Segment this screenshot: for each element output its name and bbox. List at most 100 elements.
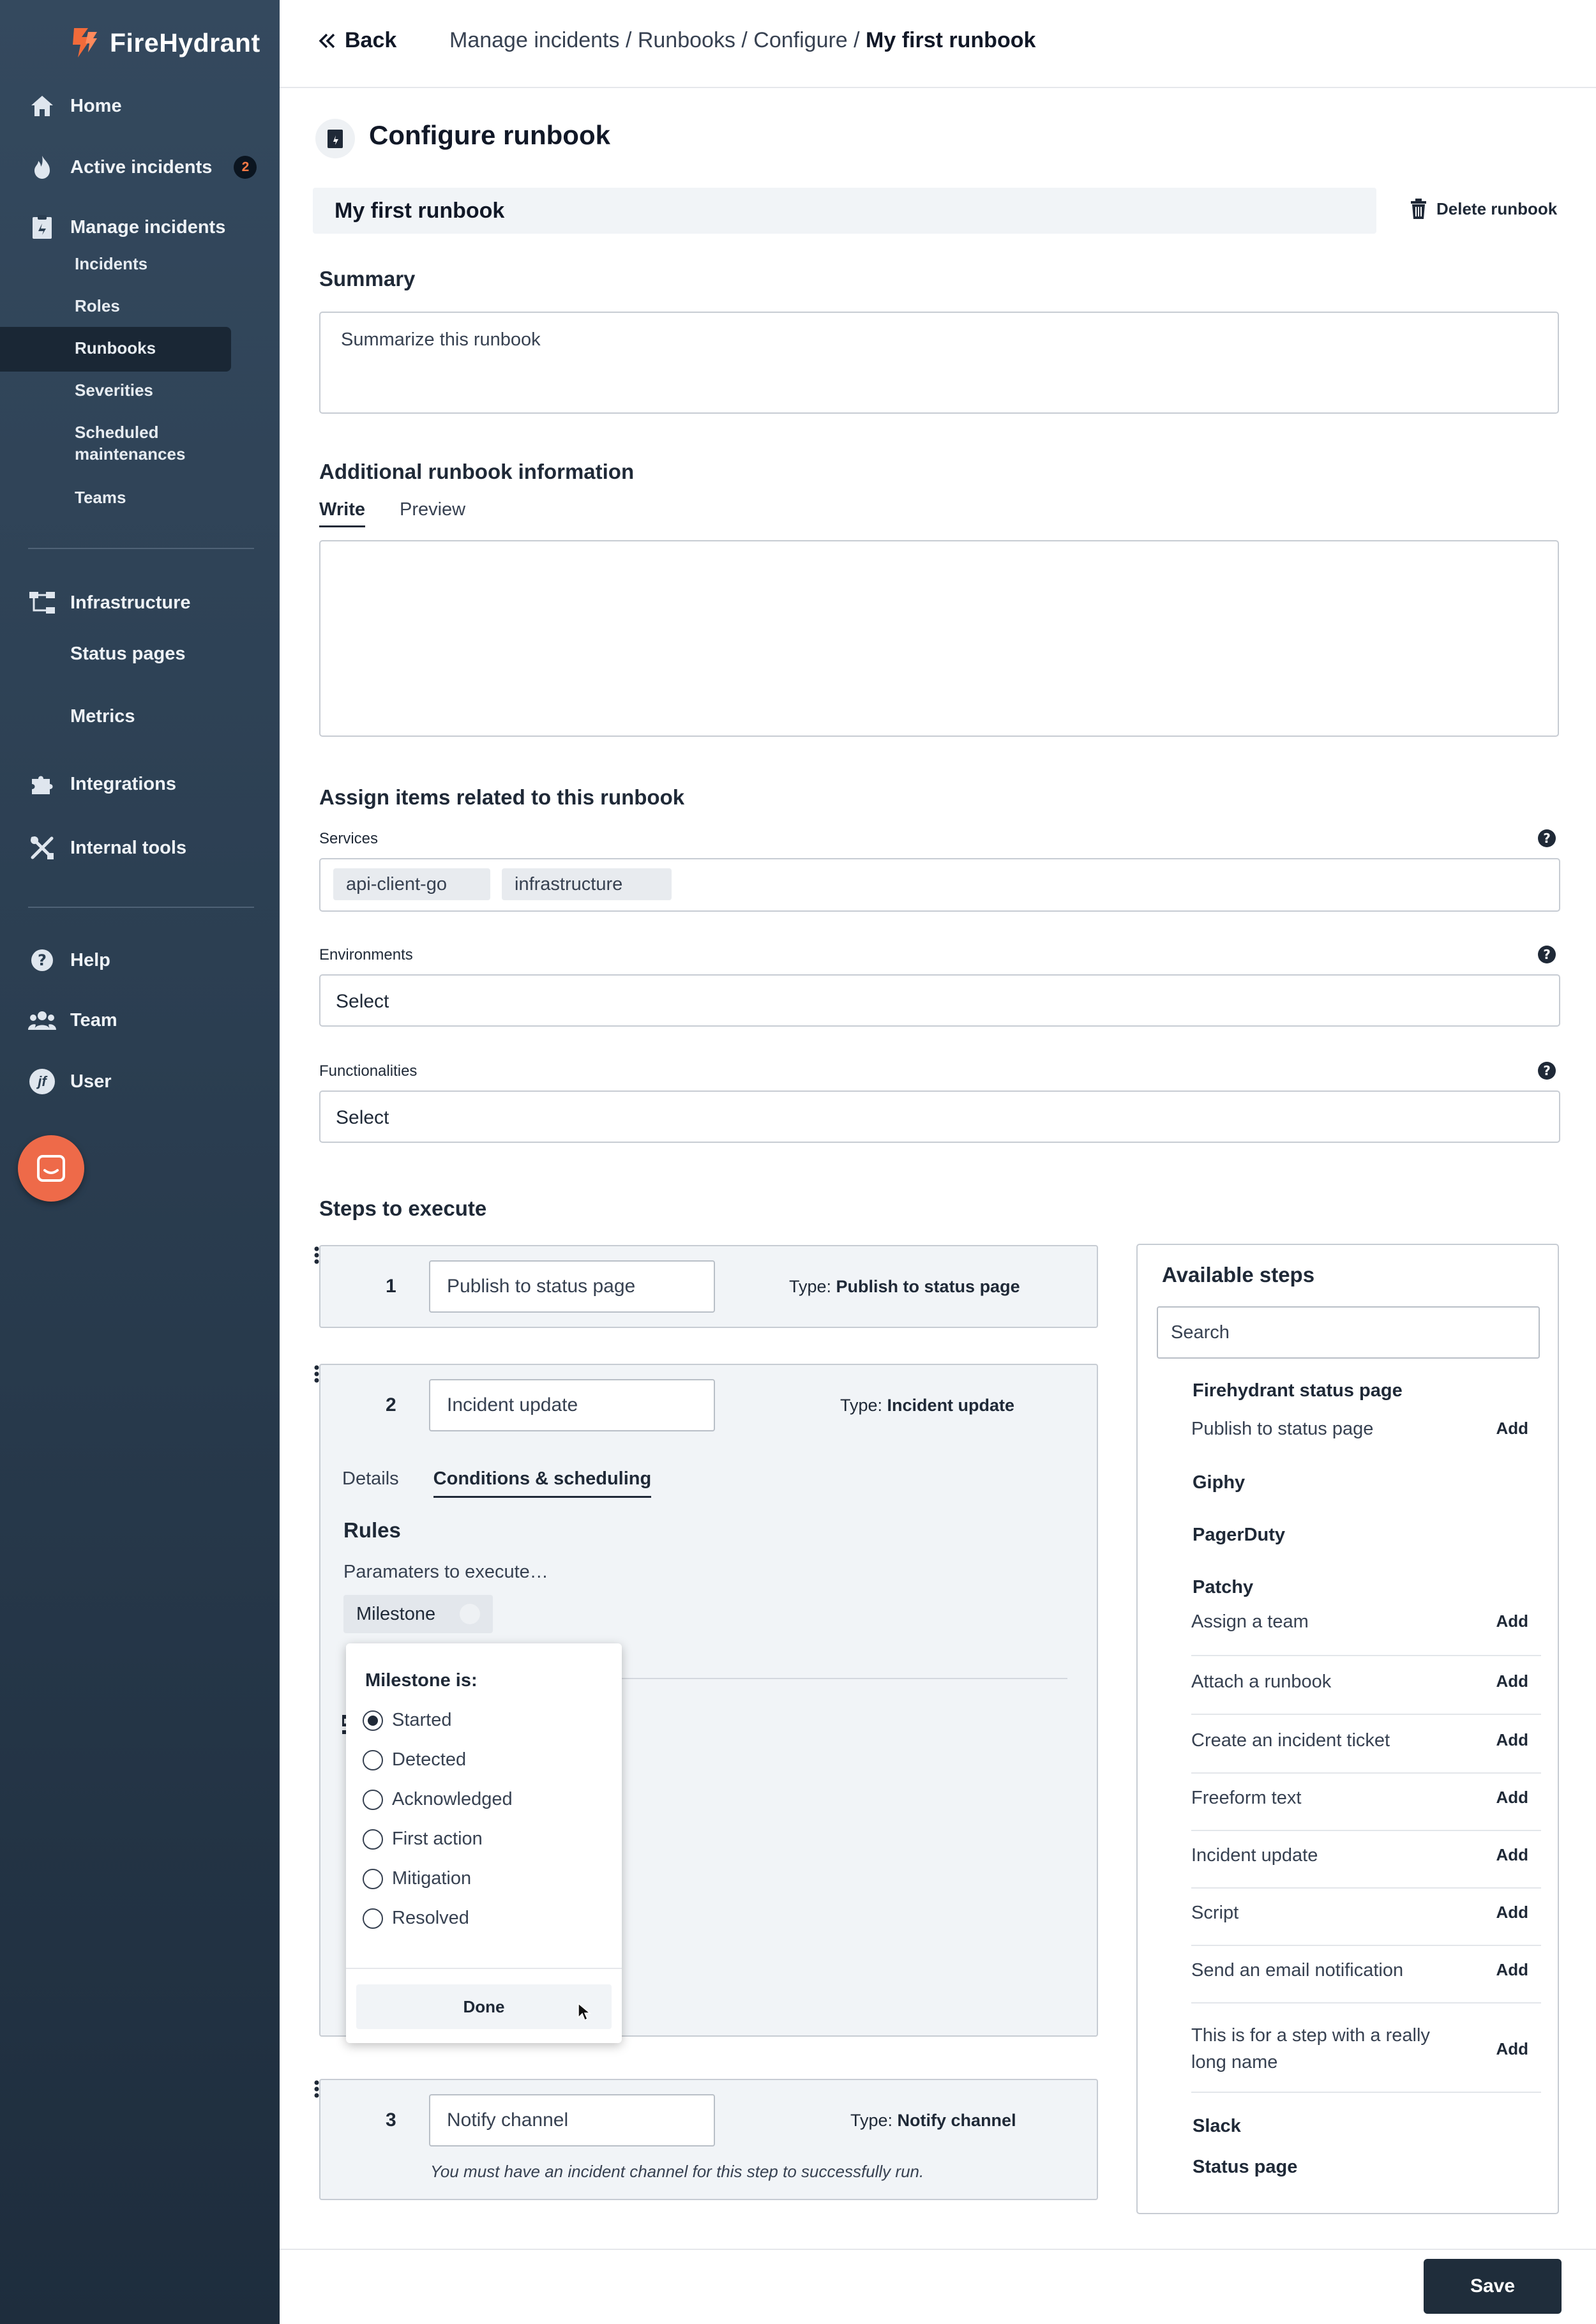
environments-select[interactable]: [319, 974, 1560, 1027]
puzzle-icon: [28, 770, 56, 798]
radio-icon[interactable]: [363, 1829, 383, 1850]
group-pagerduty[interactable]: PagerDuty: [1193, 1525, 1285, 1546]
available-steps-search-input[interactable]: Search: [1157, 1306, 1540, 1359]
available-step-label: Send an email notification: [1191, 1960, 1404, 1981]
available-steps-panel: Available steps Search Firehydrant statu…: [1136, 1244, 1559, 2214]
nav-internal-tools[interactable]: Internal tools: [28, 834, 186, 862]
flame-icon: [28, 153, 56, 181]
radio-icon[interactable]: [363, 1749, 383, 1770]
nav-integrations[interactable]: Integrations: [28, 770, 176, 798]
nav-metrics[interactable]: Metrics: [70, 706, 135, 727]
available-steps-title: Available steps: [1162, 1263, 1315, 1286]
milestone-option-mitigation[interactable]: Mitigation: [363, 1868, 471, 1889]
milestone-option-started[interactable]: Started: [363, 1710, 452, 1731]
nav-team[interactable]: Team: [28, 1006, 117, 1034]
nav-user[interactable]: jf User: [28, 1068, 112, 1096]
service-chip-api-client-go[interactable]: api-client-go: [333, 868, 490, 900]
tab-preview[interactable]: Preview: [400, 499, 465, 527]
svg-text:?: ?: [1543, 947, 1551, 962]
row-divider: [1191, 1887, 1541, 1889]
sub-item-incidents[interactable]: Incidents: [75, 253, 147, 275]
nav-status-pages[interactable]: Status pages: [70, 644, 186, 665]
group-slack[interactable]: Slack: [1193, 2116, 1241, 2137]
milestone-filter-chip[interactable]: Milestone: [343, 1595, 493, 1633]
additional-info-textarea[interactable]: [319, 540, 1559, 737]
radio-icon[interactable]: [363, 1868, 383, 1889]
save-button[interactable]: Save: [1424, 2259, 1562, 2314]
step-type-3: Type: Notify channel: [850, 2111, 1016, 2131]
available-step-row: Script Add: [1191, 1903, 1541, 1924]
trash-icon: [1411, 199, 1426, 219]
step-2-tabs: Details Conditions & scheduling: [342, 1468, 652, 1498]
row-divider: [1191, 1945, 1541, 1946]
rules-divider: [621, 1678, 1067, 1679]
nav-active-incidents[interactable]: Active incidents 2: [28, 153, 257, 181]
radio-selected-icon[interactable]: [363, 1710, 383, 1731]
sub-item-scheduled-maintenances[interactable]: Scheduled maintenances: [75, 421, 196, 465]
runbook-name-input[interactable]: My first runbook: [313, 188, 1376, 234]
add-step-button[interactable]: Add: [1496, 1671, 1541, 1691]
summary-textarea[interactable]: Summarize this runbook: [319, 312, 1559, 414]
step-type-1: Type: Publish to status page: [789, 1277, 1020, 1297]
add-step-button[interactable]: Add: [1496, 1788, 1541, 1807]
milestone-option-first-action[interactable]: First action: [363, 1829, 483, 1850]
environments-help-icon[interactable]: ?: [1537, 945, 1556, 964]
nav-manage-incidents[interactable]: Manage incidents: [28, 213, 225, 241]
chip-toggle-icon[interactable]: [460, 1604, 480, 1624]
group-status-page[interactable]: Status page: [1193, 2157, 1297, 2178]
nav-team-label: Team: [70, 1009, 117, 1030]
chat-launcher-button[interactable]: [18, 1135, 84, 1202]
add-step-button[interactable]: Add: [1496, 1611, 1541, 1631]
sub-item-roles[interactable]: Roles: [75, 295, 120, 317]
add-step-button[interactable]: Add: [1496, 1419, 1541, 1438]
dropdown-divider: [346, 1968, 622, 1969]
sub-item-severities[interactable]: Severities: [75, 379, 153, 401]
available-step-row: Incident update Add: [1191, 1845, 1541, 1866]
milestone-done-button[interactable]: Done: [356, 1984, 612, 2029]
step-name-input-1[interactable]: Publish to status page: [429, 1260, 715, 1313]
step-number-1: 1: [386, 1276, 396, 1297]
breadcrumb-path[interactable]: Manage incidents / Runbooks / Configure …: [449, 28, 866, 52]
nav-help[interactable]: ? Help: [28, 946, 110, 974]
tab-write[interactable]: Write: [319, 499, 365, 527]
mouse-cursor-icon: [578, 2002, 591, 2021]
help-icon: ?: [28, 946, 56, 974]
milestone-dropdown: Milestone is: Started Detected Acknowled…: [346, 1643, 622, 2043]
nav-home-label: Home: [70, 95, 122, 116]
brand-logo[interactable]: FireHydrant: [69, 26, 260, 60]
group-firehydrant-status-page: Firehydrant status page: [1193, 1380, 1403, 1401]
service-chip-infrastructure[interactable]: infrastructure: [502, 868, 672, 900]
step-name-input-2[interactable]: Incident update: [429, 1379, 715, 1431]
step-type-value-3: Notify channel: [897, 2111, 1016, 2130]
milestone-option-detected[interactable]: Detected: [363, 1749, 466, 1770]
functionalities-select[interactable]: [319, 1090, 1560, 1143]
radio-icon[interactable]: [363, 1789, 383, 1810]
double-chevron-left-icon: [319, 33, 335, 48]
add-step-button[interactable]: Add: [1496, 1903, 1541, 1922]
row-divider: [1191, 2002, 1541, 2003]
back-button[interactable]: Back: [318, 28, 396, 53]
milestone-option-label: Acknowledged: [392, 1789, 513, 1809]
available-step-row: Assign a team Add: [1191, 1611, 1541, 1633]
tab-conditions-scheduling[interactable]: Conditions & scheduling: [433, 1468, 652, 1498]
available-step-label: Incident update: [1191, 1845, 1318, 1866]
milestone-option-resolved[interactable]: Resolved: [363, 1908, 469, 1929]
sub-item-runbooks[interactable]: Runbooks: [75, 337, 156, 359]
nav-infrastructure[interactable]: Infrastructure: [28, 589, 191, 617]
radio-icon[interactable]: [363, 1908, 383, 1929]
add-step-button[interactable]: Add: [1496, 2039, 1541, 2059]
nav-active-incidents-label: Active incidents: [70, 156, 213, 177]
add-step-button[interactable]: Add: [1496, 1845, 1541, 1865]
step-name-input-3[interactable]: Notify channel: [429, 2094, 715, 2147]
sub-item-teams[interactable]: Teams: [75, 487, 126, 508]
milestone-option-acknowledged[interactable]: Acknowledged: [363, 1789, 513, 1810]
delete-runbook-button[interactable]: Delete runbook: [1410, 198, 1557, 220]
tab-details[interactable]: Details: [342, 1468, 399, 1498]
add-step-button[interactable]: Add: [1496, 1730, 1541, 1750]
services-help-icon[interactable]: ?: [1537, 829, 1556, 848]
add-step-button[interactable]: Add: [1496, 1960, 1541, 1980]
group-giphy[interactable]: Giphy: [1193, 1472, 1245, 1493]
functionalities-help-icon[interactable]: ?: [1537, 1061, 1556, 1080]
environments-select-value: Select: [336, 991, 389, 1012]
nav-home[interactable]: Home: [28, 92, 122, 120]
